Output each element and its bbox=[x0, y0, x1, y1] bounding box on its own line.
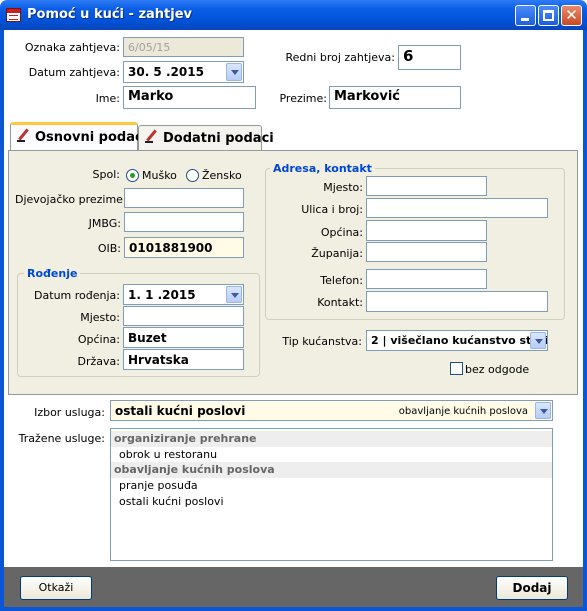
tip-kucanstva-label: Tip kućanstva: bbox=[282, 335, 362, 348]
adresa-opcina-field[interactable] bbox=[366, 220, 487, 241]
calendar-dropdown-icon[interactable] bbox=[226, 286, 242, 303]
spol-zensko-radio[interactable] bbox=[186, 169, 199, 182]
kontakt-field[interactable] bbox=[366, 291, 548, 312]
trazene-usluge-list[interactable]: organiziranje prehrane obrok u restoranu… bbox=[110, 428, 553, 561]
tip-kucanstva-value: 2 | višečlano kućanstvo stari bbox=[371, 334, 548, 347]
redni-broj-label: Redni broj zahtjeva: bbox=[285, 51, 395, 64]
minimize-button[interactable] bbox=[515, 5, 536, 26]
tab-label: Osnovni podaci bbox=[35, 130, 148, 145]
tab-label: Dodatni podaci bbox=[163, 131, 274, 146]
rodenje-opcina-label: Općina: bbox=[77, 333, 120, 346]
ime-label: Ime: bbox=[95, 92, 120, 105]
spol-musko-label: Muško bbox=[142, 169, 177, 182]
jmbg-field[interactable] bbox=[124, 212, 244, 232]
adresa-opcina-label: Općina: bbox=[320, 226, 363, 239]
telefon-field[interactable] bbox=[366, 269, 487, 289]
close-icon: ✕ bbox=[565, 6, 578, 24]
datum-zahtjeva-label: Datum zahtjeva: bbox=[28, 66, 120, 79]
djevojacko-field[interactable] bbox=[124, 188, 244, 208]
list-group-header[interactable]: organiziranje prehrane bbox=[111, 431, 552, 447]
jmbg-label: JMBG: bbox=[88, 217, 121, 230]
prezime-label: Prezime: bbox=[279, 92, 327, 105]
datum-rodenja-picker[interactable]: 1. 1 .2015 bbox=[123, 284, 244, 305]
datum-rodenja-value: 1. 1 .2015 bbox=[128, 288, 196, 302]
bez-odgode-label: bez odgode bbox=[465, 363, 530, 376]
datum-zahtjeva-picker[interactable]: 30. 5 .2015 bbox=[123, 61, 244, 83]
ime-field[interactable]: Marko bbox=[123, 86, 256, 109]
drzava-field[interactable]: Hrvatska bbox=[123, 349, 244, 370]
window-frame-bottom bbox=[0, 607, 587, 611]
app-icon bbox=[6, 8, 21, 22]
rodenje-title: Rođenje bbox=[24, 267, 81, 280]
adresa-title: Adresa, kontakt bbox=[270, 162, 375, 175]
maximize-button[interactable] bbox=[538, 5, 559, 26]
prezime-field[interactable]: Marković bbox=[329, 86, 461, 109]
telefon-label: Telefon: bbox=[320, 274, 363, 287]
spol-label: Spol: bbox=[92, 168, 120, 181]
chevron-down-icon[interactable] bbox=[535, 402, 551, 419]
adresa-mjesto-field[interactable] bbox=[366, 176, 487, 196]
chevron-down-icon[interactable] bbox=[530, 332, 546, 349]
spol-zensko-label: Žensko bbox=[202, 169, 242, 182]
list-group-header[interactable]: obavljanje kućnih poslova bbox=[111, 462, 552, 478]
oib-field[interactable]: 0101881900 bbox=[124, 237, 244, 258]
spol-musko-radio[interactable] bbox=[126, 169, 139, 182]
minimize-icon bbox=[521, 18, 529, 21]
izbor-usluga-label: Izbor usluga: bbox=[34, 406, 105, 419]
bez-odgode-checkbox[interactable] bbox=[450, 362, 463, 375]
zupanija-label: Županija: bbox=[311, 247, 363, 260]
close-button[interactable]: ✕ bbox=[561, 5, 582, 26]
window-frame-left bbox=[0, 30, 4, 611]
pencil-icon bbox=[17, 129, 30, 142]
maximize-icon bbox=[543, 10, 554, 21]
list-item[interactable]: ostali kućni poslovi bbox=[111, 494, 552, 510]
adresa-mjesto-label: Mjesto: bbox=[323, 181, 363, 194]
rodenje-mjesto-field[interactable] bbox=[123, 306, 244, 326]
pencil-icon bbox=[145, 130, 158, 143]
rodenje-mjesto-label: Mjesto: bbox=[80, 311, 120, 324]
tab-osnovni-podaci[interactable]: Osnovni podaci bbox=[10, 122, 147, 151]
add-button[interactable]: Dodaj bbox=[496, 576, 568, 600]
rodenje-opcina-field[interactable]: Buzet bbox=[123, 327, 244, 348]
djevojacko-label: Djevojačko prezime: bbox=[15, 193, 127, 206]
ulica-label: Ulica i broj: bbox=[301, 203, 363, 216]
datum-rodenja-label: Datum rođenja: bbox=[34, 289, 120, 302]
kontakt-label: Kontakt: bbox=[317, 296, 363, 309]
oznaka-label: Oznaka zahtjeva: bbox=[24, 41, 120, 54]
datum-zahtjeva-value: 30. 5 .2015 bbox=[128, 65, 204, 79]
redni-broj-field[interactable]: 6 bbox=[398, 45, 461, 70]
cancel-button[interactable]: Otkaži bbox=[20, 576, 92, 600]
tab-dodatni-podaci[interactable]: Dodatni podaci bbox=[138, 125, 274, 151]
calendar-dropdown-icon[interactable] bbox=[226, 63, 242, 81]
zupanija-field[interactable] bbox=[366, 242, 487, 262]
izbor-usluga-value: ostali kućni poslovi bbox=[115, 404, 246, 418]
trazene-usluge-label: Tražene usluge: bbox=[18, 432, 105, 445]
drzava-label: Država: bbox=[77, 355, 120, 368]
oib-label: OIB: bbox=[97, 242, 121, 255]
izbor-usluga-select[interactable]: ostali kućni poslovi obavljanje kućnih p… bbox=[110, 400, 553, 421]
tip-kucanstva-select[interactable]: 2 | višečlano kućanstvo stari bbox=[366, 330, 548, 351]
oznaka-field: 6/05/15 bbox=[123, 37, 244, 57]
list-item[interactable]: obrok u restoranu bbox=[111, 447, 552, 463]
window-frame-right bbox=[583, 30, 587, 611]
ulica-field[interactable] bbox=[366, 198, 548, 218]
window-title: Pomoć u kući - zahtjev bbox=[27, 7, 193, 22]
izbor-usluga-category: obavljanje kućnih poslova bbox=[398, 406, 528, 417]
list-item[interactable]: pranje posuđa bbox=[111, 478, 552, 494]
